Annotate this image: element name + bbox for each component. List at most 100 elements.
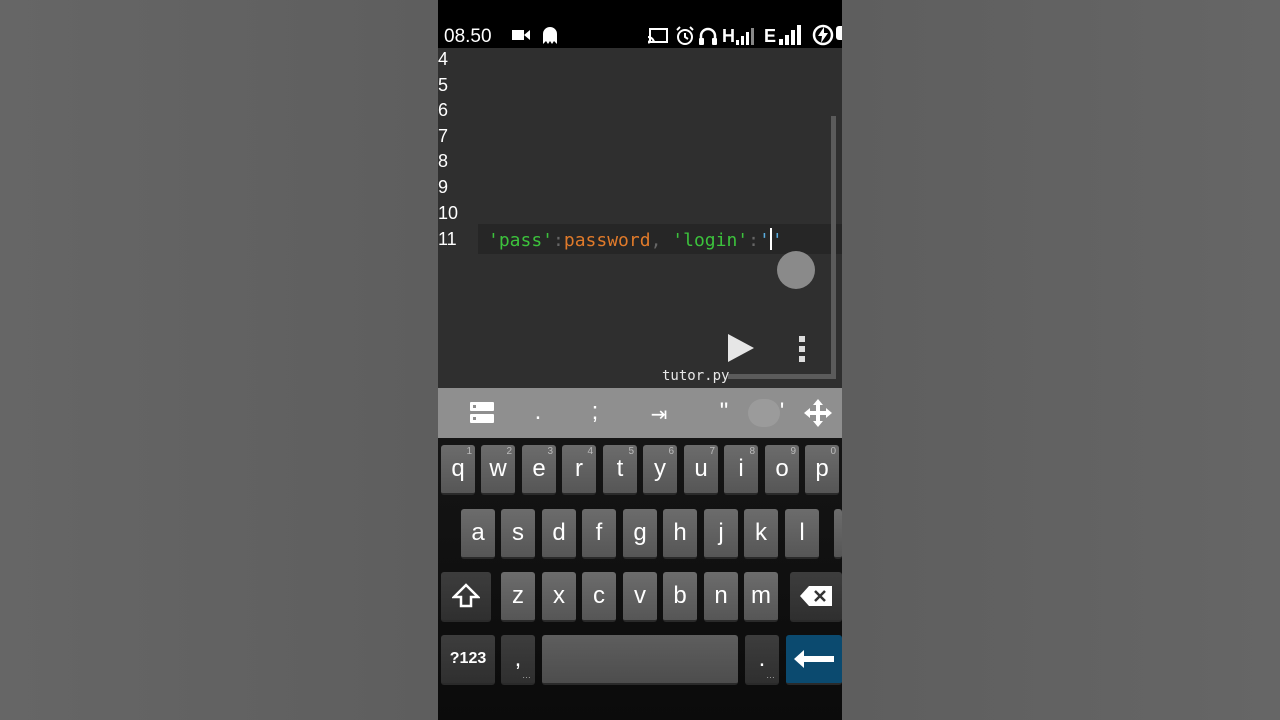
line-number: 4: [438, 49, 449, 69]
key-label: o: [775, 455, 789, 482]
enter-key[interactable]: [786, 635, 842, 685]
soft-keyboard: q1 w2 e3 r4 t5 y6 u7 i8 o9 p0 a s d f g …: [438, 438, 842, 720]
key-p[interactable]: p0: [805, 445, 839, 495]
line-number: 8: [438, 151, 449, 171]
key-t[interactable]: t5: [603, 445, 637, 495]
extra-key-single-quote[interactable]: ': [772, 398, 792, 428]
extra-key-period[interactable]: .: [526, 398, 550, 428]
key-partial: [834, 509, 842, 559]
key-b[interactable]: b: [663, 572, 697, 622]
code-token: :: [748, 230, 759, 251]
key-q[interactable]: q1: [441, 445, 475, 495]
network-type-h: H: [722, 26, 735, 46]
code-token: password: [563, 230, 651, 251]
key-w[interactable]: w2: [481, 445, 515, 495]
key-hint: 6: [668, 446, 674, 457]
code-token: ,: [650, 230, 662, 251]
key-g[interactable]: g: [623, 509, 657, 559]
key-hint: 0: [830, 446, 836, 457]
key-label: .: [758, 645, 766, 672]
signal-icon: [736, 28, 754, 45]
enter-icon: [794, 650, 834, 668]
key-a[interactable]: a: [461, 509, 495, 559]
code-token: ': [771, 230, 783, 251]
key-h[interactable]: h: [663, 509, 697, 559]
file-name[interactable]: tutor.py: [662, 368, 729, 384]
key-hint: 4: [587, 446, 593, 457]
key-label: w: [489, 455, 507, 482]
key-label: ,: [514, 645, 522, 672]
key-s[interactable]: s: [501, 509, 535, 559]
key-label: e: [532, 455, 546, 482]
key-label: r: [575, 455, 583, 482]
extra-keys-bar: . ; ⇥ " ': [438, 388, 842, 438]
move-arrows-icon[interactable]: [803, 398, 833, 428]
key-o[interactable]: o9: [765, 445, 799, 495]
key-e[interactable]: e3: [522, 445, 556, 495]
ghost-icon: [543, 27, 557, 44]
video-icon: [512, 30, 530, 40]
period-key[interactable]: .…: [745, 635, 779, 685]
key-dots: …: [766, 670, 775, 680]
key-c[interactable]: c: [582, 572, 616, 622]
key-k[interactable]: k: [744, 509, 778, 559]
key-hint: 7: [709, 446, 715, 457]
key-u[interactable]: u7: [684, 445, 718, 495]
key-f[interactable]: f: [582, 509, 616, 559]
key-r[interactable]: r4: [562, 445, 596, 495]
key-hint: 5: [628, 446, 634, 457]
key-label: u: [694, 455, 708, 482]
status-time: 08.50: [444, 26, 492, 47]
key-d[interactable]: d: [542, 509, 576, 559]
key-l[interactable]: l: [785, 509, 819, 559]
key-v[interactable]: v: [623, 572, 657, 622]
key-hint: 2: [506, 446, 512, 457]
more-vert-icon[interactable]: [794, 332, 810, 364]
key-hint: 8: [749, 446, 755, 457]
key-j[interactable]: j: [704, 509, 738, 559]
battery-charging-icon: [812, 24, 834, 46]
key-hint: 1: [466, 446, 472, 457]
signal-icon: [779, 25, 801, 45]
cursor-handle[interactable]: [777, 251, 815, 289]
line-number: 11: [438, 229, 457, 249]
key-x[interactable]: x: [542, 572, 576, 622]
extra-key-double-quote[interactable]: ": [714, 398, 734, 428]
server-icon[interactable]: [470, 401, 494, 425]
key-label: p: [815, 455, 829, 482]
key-i[interactable]: i8: [724, 445, 758, 495]
code-token: :: [553, 230, 564, 251]
backspace-key[interactable]: [790, 572, 842, 622]
key-dots: …: [522, 670, 531, 680]
phone-screen: 08.50 H E 4 5 6 7 8 9 10 11 'pass':passw…: [438, 0, 842, 720]
code-token: 'login': [672, 230, 749, 251]
key-hint: 3: [547, 446, 553, 457]
shift-icon: [452, 583, 480, 608]
code-token: ': [758, 230, 770, 251]
shift-key[interactable]: [441, 572, 491, 622]
code-line[interactable]: 'pass':password, 'login':' ': [488, 228, 783, 251]
key-m[interactable]: m: [744, 572, 778, 622]
backspace-icon: [800, 586, 832, 606]
key-label: y: [654, 455, 666, 482]
key-y[interactable]: y6: [643, 445, 677, 495]
comma-key[interactable]: ,…: [501, 635, 535, 685]
code-token: 'pass': [488, 230, 554, 251]
space-key[interactable]: [542, 635, 738, 685]
key-n[interactable]: n: [704, 572, 738, 622]
vertical-scrollbar[interactable]: [831, 116, 836, 378]
extra-key-tab[interactable]: ⇥: [646, 402, 672, 432]
key-z[interactable]: z: [501, 572, 535, 622]
alarm-icon: [676, 26, 694, 45]
line-number: 7: [438, 126, 449, 146]
key-label: q: [451, 455, 465, 482]
network-type-e: E: [764, 26, 777, 46]
key-hint: 9: [790, 446, 796, 457]
line-number: 10: [438, 203, 459, 223]
horizontal-scrollbar[interactable]: [728, 374, 836, 379]
play-icon[interactable]: [724, 332, 756, 364]
extra-key-semicolon[interactable]: ;: [584, 398, 606, 428]
code-editor[interactable]: 4 5 6 7 8 9 10 11 'pass':password, 'logi…: [438, 48, 842, 388]
symbols-key[interactable]: ?123: [441, 635, 495, 685]
line-number: 5: [438, 75, 449, 95]
